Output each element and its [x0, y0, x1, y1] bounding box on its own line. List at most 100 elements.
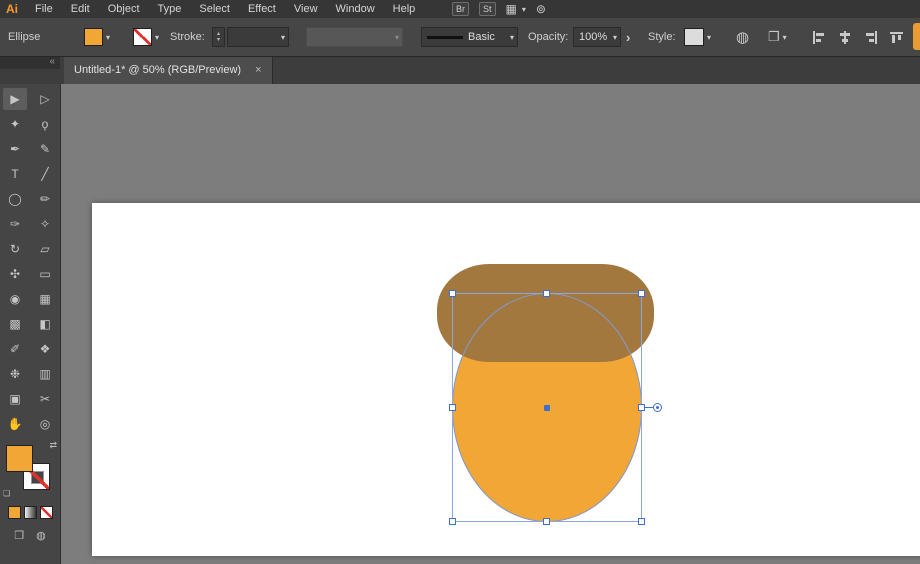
gradient-mode-button[interactable] [23, 506, 37, 519]
align-horizontal-right-button[interactable] [862, 28, 880, 46]
selection-tool[interactable]: ▶ [3, 87, 27, 110]
opacity-label[interactable]: Opacity: [528, 31, 568, 43]
opacity-value: 100% [579, 31, 608, 43]
selection-handle-bottom-center[interactable] [543, 518, 550, 525]
align-horizontal-center-button[interactable] [836, 28, 854, 46]
color-mode-buttons [7, 506, 53, 519]
chevron-down-icon: ▾ [106, 32, 111, 42]
free-transform-tool[interactable]: ▭ [33, 263, 57, 285]
stock-button[interactable]: St [479, 2, 496, 16]
menu-help[interactable]: Help [384, 0, 425, 18]
tools-panel: ▶ ▷ ✦ ϙ ✒ ✎ T ╱ ◯ ✏ ✑ ✧ ↻ ▱ ✣ ▭ ◉ ▦ ▩ ◧ ✐ ❖ ❉ ▥ ▣ ✂ ✋ ◎ ⇄ ❏ ❐ ◍ [0, 84, 61, 564]
perspective-grid-tool[interactable]: ▦ [33, 288, 57, 310]
screen-mode-icon[interactable]: ◍ [36, 529, 46, 542]
blend-tool[interactable]: ❖ [33, 338, 57, 360]
stroke-weight-stepper[interactable]: ▴ ▾ [212, 27, 225, 47]
workspace-switcher[interactable]: ▦ ▾ [506, 2, 526, 16]
menu-object[interactable]: Object [99, 0, 149, 18]
stroke-weight-combo[interactable]: ▾ [227, 27, 289, 47]
menu-file[interactable]: File [26, 0, 62, 18]
selection-handle-top-center[interactable] [543, 290, 550, 297]
stroke-profile-preview [427, 35, 463, 39]
close-icon[interactable]: × [255, 64, 261, 76]
stroke-none-swatch[interactable] [133, 28, 152, 46]
menu-effect[interactable]: Effect [239, 0, 285, 18]
draw-mode-icon[interactable]: ❐ [14, 529, 24, 542]
stroke-color-picker[interactable]: ▾ [133, 27, 159, 47]
stroke-profile-combo[interactable]: Basic ▾ [421, 27, 518, 47]
column-graph-tool[interactable]: ▥ [33, 363, 57, 385]
shaper-tool[interactable]: ✧ [33, 213, 57, 235]
default-fill-stroke-icon[interactable]: ❏ [3, 489, 10, 498]
menu-select[interactable]: Select [190, 0, 239, 18]
chevron-down-icon: ▾ [782, 32, 787, 42]
selection-handle-middle-right[interactable] [638, 404, 645, 411]
tool-grid: ▶ ▷ ✦ ϙ ✒ ✎ T ╱ ◯ ✏ ✑ ✧ ↻ ▱ ✣ ▭ ◉ ▦ ▩ ◧ ✐ ❖ ❉ ▥ ▣ ✂ ✋ ◎ [0, 86, 60, 436]
chevron-down-icon: ▾ [280, 32, 285, 42]
document-tab-title: Untitled-1* @ 50% (RGB/Preview) [74, 64, 242, 76]
opacity-panel-chevron[interactable]: › [626, 30, 630, 45]
ellipse-tool[interactable]: ◯ [3, 188, 27, 210]
chevron-down-icon: ▾ [612, 32, 617, 42]
stroke-label[interactable]: Stroke: [170, 31, 205, 43]
stock-search-icon[interactable]: ⊚ [536, 2, 546, 16]
align-horizontal-left-button[interactable] [810, 28, 828, 46]
pen-tool[interactable]: ✒ [3, 138, 27, 160]
gradient-tool[interactable]: ◧ [33, 313, 57, 335]
fill-color-picker[interactable]: ▾ [84, 27, 110, 47]
slice-tool[interactable]: ✂ [33, 388, 57, 410]
rotate-tool[interactable]: ↻ [3, 238, 27, 260]
symbol-sprayer-tool[interactable]: ❉ [3, 363, 27, 385]
lasso-tool[interactable]: ϙ [33, 113, 57, 135]
document-setup-control[interactable]: ❐ ▾ [768, 27, 787, 47]
shape-builder-tool[interactable]: ◉ [3, 288, 27, 310]
stepper-down-icon[interactable]: ▾ [217, 37, 220, 43]
curvature-tool[interactable]: ✎ [33, 138, 57, 160]
type-tool[interactable]: T [3, 163, 27, 185]
magic-wand-tool[interactable]: ✦ [3, 113, 27, 135]
opacity-combo[interactable]: 100% ▾ [573, 27, 621, 47]
menu-view[interactable]: View [285, 0, 327, 18]
align-vertical-top-button[interactable] [888, 28, 906, 46]
fill-stroke-indicator: ⇄ ❏ [2, 440, 58, 498]
none-mode-button[interactable] [39, 506, 53, 519]
selection-handle-middle-left[interactable] [449, 404, 456, 411]
width-tool[interactable]: ✣ [3, 263, 27, 285]
selection-center-point[interactable] [544, 405, 550, 411]
artboard-tool[interactable]: ▣ [3, 388, 27, 410]
globe-icon[interactable]: ◍ [736, 28, 749, 46]
menu-window[interactable]: Window [327, 0, 384, 18]
style-picker[interactable]: ▾ [684, 27, 711, 47]
selection-handle-top-left[interactable] [449, 290, 456, 297]
transform-widget-line [645, 407, 653, 408]
zoom-tool[interactable]: ◎ [33, 413, 57, 435]
selection-handle-top-right[interactable] [638, 290, 645, 297]
transform-widget-handle[interactable] [653, 403, 662, 412]
app-logo: Ai [6, 2, 18, 16]
style-swatch[interactable] [684, 28, 704, 46]
hand-tool[interactable]: ✋ [3, 413, 27, 435]
eyedropper-tool[interactable]: ✐ [3, 338, 27, 360]
panel-collapse-strip[interactable]: « [0, 56, 60, 69]
selection-handle-bottom-right[interactable] [638, 518, 645, 525]
menu-edit[interactable]: Edit [62, 0, 99, 18]
line-segment-tool[interactable]: ╱ [33, 163, 57, 185]
chevron-down-icon: ▾ [707, 32, 712, 42]
selection-handle-bottom-left[interactable] [449, 518, 456, 525]
illustrator-window: Ai File Edit Object Type Select Effect V… [0, 0, 920, 564]
chevron-down-icon: ▾ [394, 32, 399, 42]
fill-swatch[interactable] [84, 28, 103, 46]
swap-fill-stroke-icon[interactable]: ⇄ [49, 440, 57, 451]
document-tab[interactable]: Untitled-1* @ 50% (RGB/Preview) × [64, 56, 273, 84]
direct-selection-tool[interactable]: ▷ [33, 88, 57, 110]
paintbrush-tool[interactable]: ✏ [33, 188, 57, 210]
color-mode-button[interactable] [7, 506, 21, 519]
context-label: Ellipse [8, 31, 41, 43]
scale-tool[interactable]: ▱ [33, 238, 57, 260]
pencil-tool[interactable]: ✑ [3, 213, 27, 235]
mesh-tool[interactable]: ▩ [3, 313, 27, 335]
collapsed-panel-strip[interactable] [913, 23, 920, 50]
fill-indicator[interactable] [6, 445, 33, 472]
bridge-button[interactable]: Br [452, 2, 469, 16]
menu-type[interactable]: Type [149, 0, 191, 18]
